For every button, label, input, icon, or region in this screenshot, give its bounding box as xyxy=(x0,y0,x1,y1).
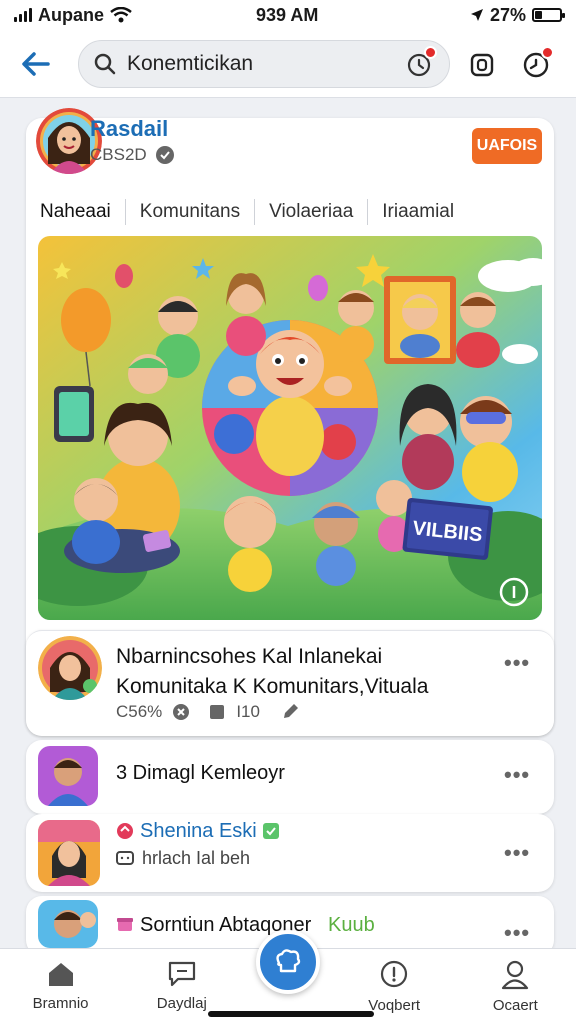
search-bar xyxy=(78,39,450,88)
list-item-subtitle: hrlach Ial beh xyxy=(116,848,250,869)
search-input[interactable] xyxy=(127,51,401,76)
signal-icon xyxy=(14,8,32,22)
more-options-button[interactable]: ••• xyxy=(504,920,530,946)
chat-icon xyxy=(116,850,134,865)
bookmark-icon[interactable] xyxy=(208,703,226,721)
list-item-title: 3 Dimagl Kemleoyr xyxy=(116,762,285,784)
camera-icon xyxy=(470,53,494,76)
arrow-left-icon xyxy=(22,51,50,76)
stat-count: I10 xyxy=(236,702,260,721)
tab-bar: Naheaai Komunitans Violaeriaa Iriaamial xyxy=(26,194,554,230)
profile-meta-text: CBS2D xyxy=(90,145,147,164)
pencil-icon[interactable] xyxy=(280,702,300,722)
list-item-title: Shenina Eski xyxy=(140,820,257,842)
post-avatar[interactable] xyxy=(38,636,102,700)
notification-badge xyxy=(541,45,554,59)
location-icon xyxy=(470,9,483,21)
nav-home[interactable]: Bramnio xyxy=(6,949,116,1012)
list-item-avatar[interactable] xyxy=(38,820,100,886)
back-button[interactable] xyxy=(16,44,56,84)
battery-percent: 27% xyxy=(489,4,526,25)
search-icon xyxy=(94,53,116,74)
post-stats: C56% I10 xyxy=(116,702,300,722)
profile-name[interactable]: Rasdail xyxy=(90,116,168,142)
battery-icon xyxy=(532,8,565,22)
search-clock-button[interactable] xyxy=(401,45,437,82)
nav-label: Ocaert xyxy=(492,997,538,1014)
verified-badge-icon xyxy=(263,823,279,839)
tab-iriaamial[interactable]: Iriaamial xyxy=(368,201,468,223)
list-item-tag: Kuub xyxy=(328,914,375,936)
tab-violaeriaa[interactable]: Violaeriaa xyxy=(255,201,367,223)
top-bar xyxy=(0,30,576,98)
notification-badge xyxy=(424,45,437,59)
profile-meta: CBS2D xyxy=(90,145,175,165)
more-options-button[interactable]: ••• xyxy=(504,650,530,676)
post-title-line: Komunitaka K Komunitars,Vituala xyxy=(116,675,429,698)
list-item-avatar[interactable] xyxy=(38,900,98,948)
home-icon xyxy=(48,963,73,986)
more-options-button[interactable]: ••• xyxy=(504,762,530,788)
post-title-line: Nbarnincsohes Kal Inlanekai xyxy=(116,645,383,668)
list-item[interactable] xyxy=(26,740,554,814)
list-item-avatar[interactable] xyxy=(38,746,98,806)
stat-percent: C56% xyxy=(116,702,163,721)
carrier-label: Aupane xyxy=(38,4,105,25)
user-icon xyxy=(502,960,529,990)
list-item[interactable] xyxy=(26,814,554,892)
camera-button[interactable] xyxy=(464,46,500,82)
tab-naheaai[interactable]: Naheaai xyxy=(26,201,125,223)
nav-alerts[interactable]: Voqbert xyxy=(339,949,449,1014)
list-item-subtitle-text: hrlach Ial beh xyxy=(142,848,251,868)
alert-icon xyxy=(381,960,408,988)
tab-komunitans[interactable]: Komunitans xyxy=(126,201,254,223)
verified-icon xyxy=(155,146,174,164)
clock: 939 AM xyxy=(256,4,319,25)
home-indicator xyxy=(208,1011,374,1017)
nav-label: Bramnio xyxy=(32,995,89,1012)
create-post-button[interactable] xyxy=(256,930,320,994)
nav-profile[interactable]: Ocaert xyxy=(460,949,570,1014)
nav-label: Voqbert xyxy=(368,997,421,1014)
live-dot-icon xyxy=(117,823,133,839)
hero-illustration[interactable]: VILBIIS xyxy=(38,236,542,620)
message-icon xyxy=(168,961,195,987)
follow-button[interactable]: UAFOIS xyxy=(472,128,542,164)
chef-hat-icon xyxy=(276,949,301,973)
post-title[interactable]: Nbarnincsohes Kal Inlanekai Komunitaka K… xyxy=(116,642,496,702)
gift-icon xyxy=(117,918,133,931)
close-circle-icon[interactable] xyxy=(172,703,190,721)
nav-label: Daydlaj xyxy=(156,995,207,1012)
status-bar: Aupane 939 AM 27% xyxy=(0,0,576,30)
more-options-button[interactable]: ••• xyxy=(504,840,530,866)
wifi-icon xyxy=(110,7,132,23)
notifications-button[interactable] xyxy=(518,45,554,82)
nav-messages[interactable]: Daydlaj xyxy=(127,949,237,1012)
